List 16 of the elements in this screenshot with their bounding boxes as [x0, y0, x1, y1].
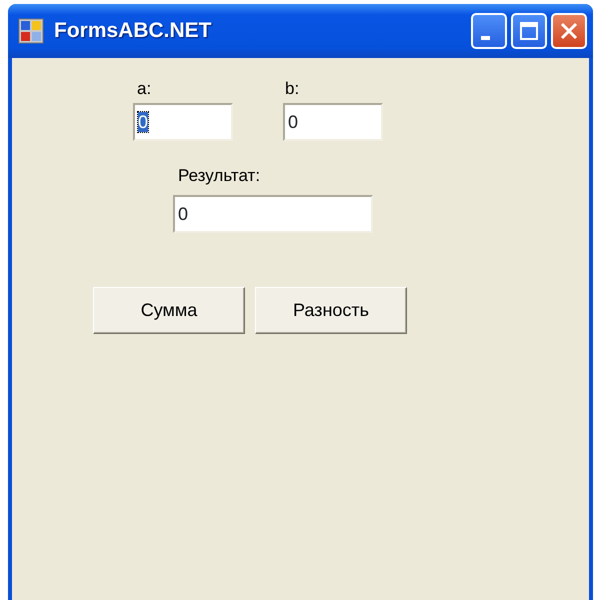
close-icon	[559, 21, 579, 41]
action-button[interactable]: Сумма	[93, 287, 245, 334]
input-field[interactable]: 0	[173, 195, 373, 233]
minimize-icon	[480, 36, 490, 40]
app-icon	[18, 18, 44, 44]
field-label: b:	[285, 78, 300, 100]
field-label: a:	[137, 78, 152, 100]
maximize-icon	[519, 21, 539, 41]
input-field[interactable]: 0	[133, 103, 233, 141]
field-label: Результат:	[178, 165, 260, 187]
maximize-button[interactable]	[511, 13, 547, 49]
input-field[interactable]: 0	[283, 103, 383, 141]
window-title: FormsABC.NET	[54, 18, 213, 44]
close-button[interactable]	[551, 13, 587, 49]
action-button[interactable]: Разность	[255, 287, 407, 334]
minimize-button[interactable]	[471, 13, 507, 49]
